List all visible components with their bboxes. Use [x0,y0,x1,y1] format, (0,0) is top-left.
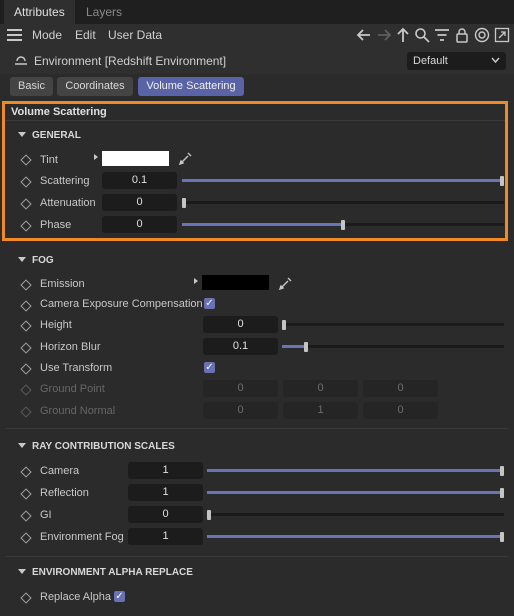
search-icon[interactable] [414,27,430,43]
ground-normal-z-field: 0 [363,402,438,419]
menu-mode[interactable]: Mode [32,24,62,46]
slider-handle[interactable] [282,320,286,330]
ground-normal-y-field: 1 [283,402,358,419]
collapse-caret-icon[interactable] [18,569,26,574]
slider-fill [207,535,500,538]
camera-field[interactable]: 1 [128,462,203,479]
tab-coordinates[interactable]: Coordinates [57,77,133,96]
reflection-label: Reflection [40,487,89,499]
camera-label: Camera [40,465,80,477]
horizon-blur-slider[interactable] [282,342,504,352]
ground-point-y-field: 0 [283,380,358,397]
environment-fog-slider[interactable] [207,532,504,542]
collapse-caret-icon[interactable] [18,443,26,448]
reflection-slider[interactable] [207,488,504,498]
slider-handle[interactable] [500,488,504,498]
environment-fog-label: Environment Fog [40,531,124,543]
use-transform-checkbox[interactable]: ✓ [204,362,215,373]
horizon-blur-field[interactable]: 0.1 [203,338,278,355]
ground-point-label: Ground Point [40,383,105,395]
expand-arrow-icon[interactable] [194,278,198,284]
arrow-right-icon[interactable] [376,27,392,43]
section-fog[interactable]: FOG [32,255,54,266]
environment-object-icon [15,56,27,65]
gi-label: GI [40,509,52,521]
object-title: Environment [Redshift Environment] [34,54,227,68]
eyedropper-icon[interactable] [278,275,294,291]
slider-handle[interactable] [500,466,504,476]
ground-point-z-field: 0 [363,380,438,397]
height-field[interactable]: 0 [203,316,278,333]
camera-exposure-label: Camera Exposure Compensation [40,298,203,310]
divider [6,428,508,429]
collapse-caret-icon[interactable] [18,257,26,262]
slider-fill [207,469,500,472]
ground-point-x-field: 0 [203,380,278,397]
menu-user-data[interactable]: User Data [108,24,162,46]
ground-normal-label: Ground Normal [40,405,116,417]
external-window-icon[interactable] [494,27,510,43]
slider-handle[interactable] [304,342,308,352]
arrow-up-icon[interactable] [395,27,411,43]
arrow-left-icon[interactable] [356,27,372,43]
camera-slider[interactable] [207,466,504,476]
tab-attributes[interactable]: Attributes [4,0,75,24]
emission-label: Emission [40,278,85,290]
preset-dropdown[interactable]: Default [407,52,506,70]
slider-fill [282,345,304,348]
section-environment-alpha[interactable]: ENVIRONMENT ALPHA REPLACE [32,567,193,578]
height-label: Height [40,319,72,331]
section-ray-contribution[interactable]: RAY CONTRIBUTION SCALES [32,441,175,452]
height-slider[interactable] [282,320,504,330]
tab-volume-scattering[interactable]: Volume Scattering [138,77,244,96]
target-icon[interactable] [474,27,490,43]
gi-slider[interactable] [207,510,504,520]
slider-handle[interactable] [207,510,211,520]
environment-fog-field[interactable]: 1 [128,528,203,545]
reflection-field[interactable]: 1 [128,484,203,501]
preset-value: Default [413,55,448,67]
horizon-blur-label: Horizon Blur [40,341,101,353]
emission-color-swatch[interactable] [202,275,269,290]
chevron-down-icon [491,57,500,64]
replace-alpha-checkbox[interactable]: ✓ [114,591,125,602]
use-transform-label: Use Transform [40,362,113,374]
slider-fill [207,491,500,494]
filter-icon[interactable] [434,27,450,43]
tab-bar: Attributes Layers [0,0,514,24]
lock-icon[interactable] [454,27,470,43]
selection-highlight [2,101,508,241]
hamburger-icon[interactable] [7,29,22,41]
divider [6,556,508,557]
slider-handle[interactable] [500,532,504,542]
gi-field[interactable]: 0 [128,506,203,523]
replace-alpha-label: Replace Alpha [40,591,111,603]
ground-normal-x-field: 0 [203,402,278,419]
camera-exposure-checkbox[interactable]: ✓ [204,298,215,309]
tab-layers[interactable]: Layers [86,0,122,24]
menu-edit[interactable]: Edit [75,24,96,46]
menu-bar: Mode Edit User Data [0,24,514,48]
tab-basic[interactable]: Basic [10,77,53,96]
